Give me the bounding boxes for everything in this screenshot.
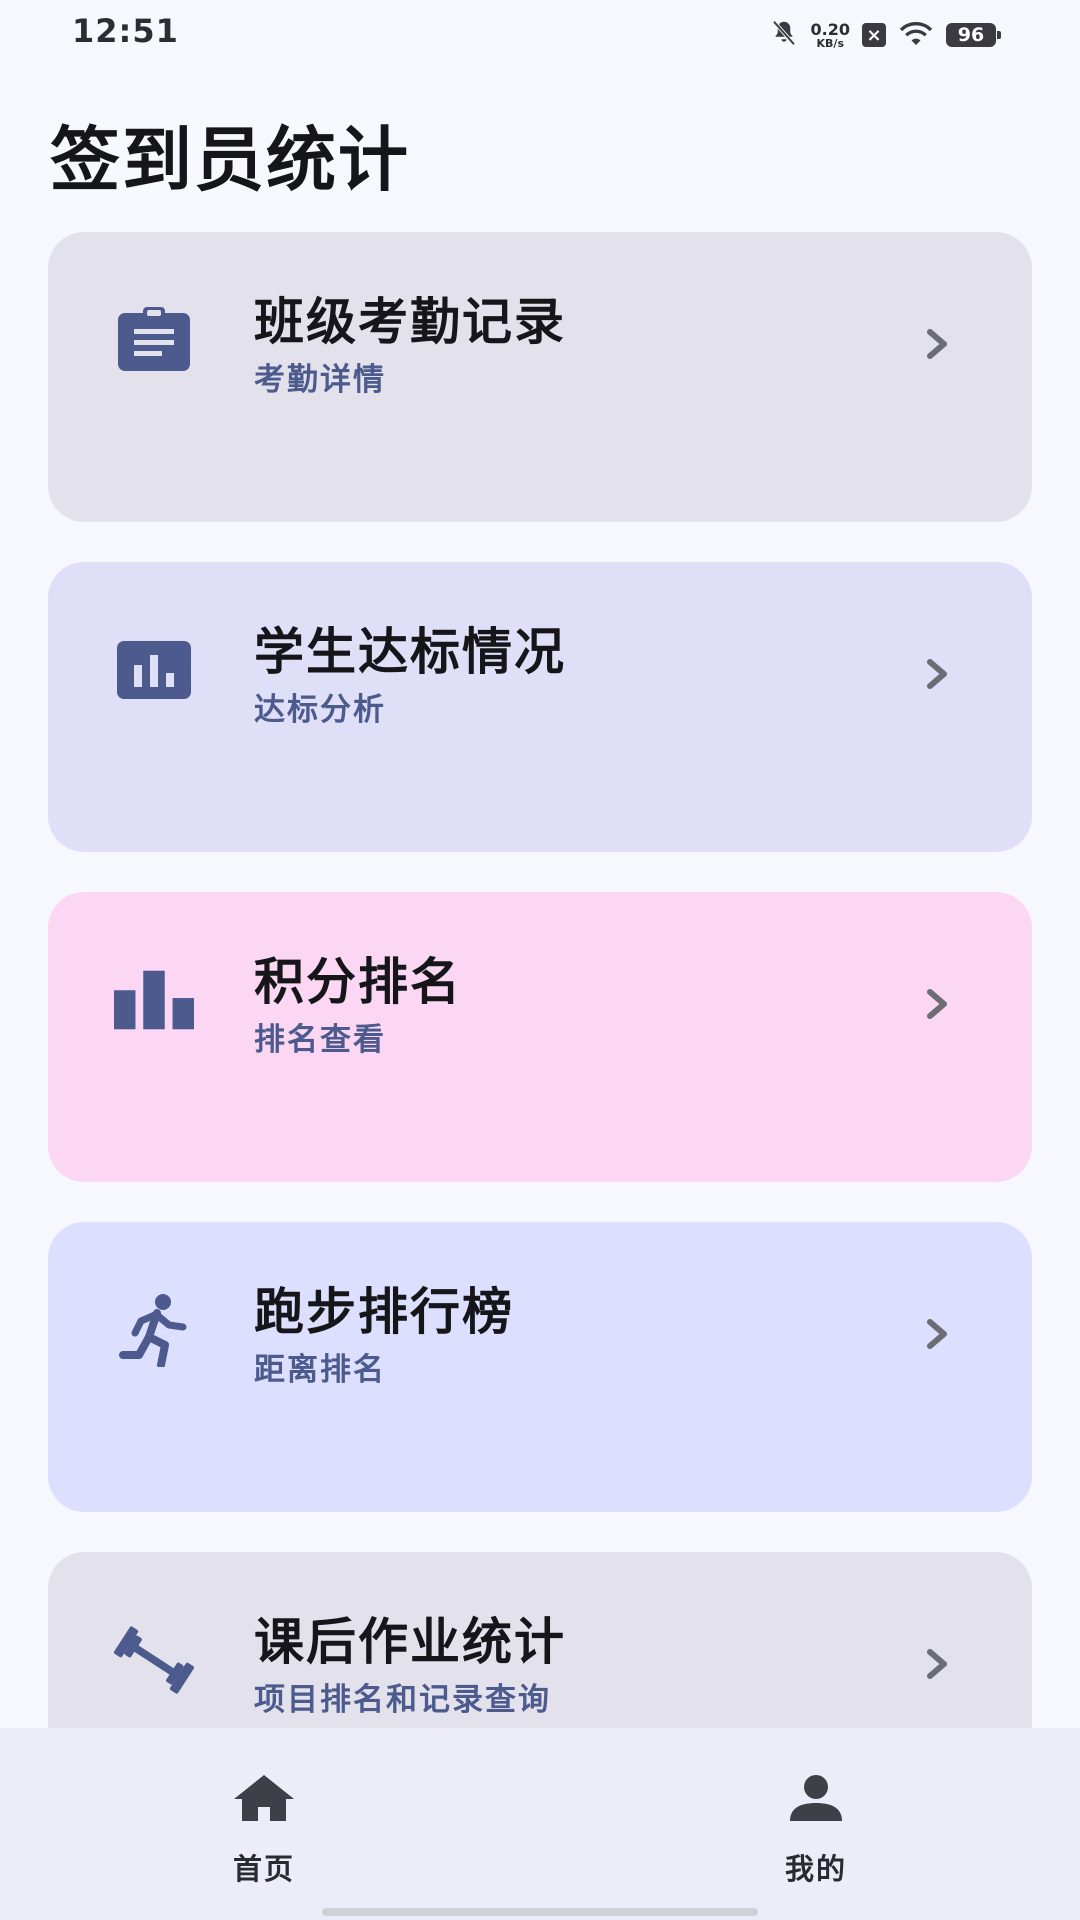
card-title: 学生达标情况 xyxy=(254,623,566,681)
chevron-right-icon xyxy=(922,984,952,1024)
home-icon xyxy=(232,1770,296,1826)
card-subtitle: 考勤详情 xyxy=(254,362,386,398)
net-speed-value: 0.20 xyxy=(810,19,850,39)
bottom-nav: 首页 我的 xyxy=(0,1728,1080,1920)
nav-item-home[interactable]: 首页 xyxy=(164,1770,364,1890)
card-title: 课后作业统计 xyxy=(254,1613,566,1671)
net-speed: 0.20 KB/s xyxy=(810,19,850,50)
chevron-right-icon xyxy=(922,1314,952,1354)
screen: 12:51 0.20 KB/s × 96 签到员统计 班级考勤记录 考勤详情 学… xyxy=(0,0,1080,1920)
card-title: 班级考勤记录 xyxy=(254,293,566,351)
card-subtitle: 项目排名和记录查询 xyxy=(254,1682,551,1718)
clipboard-icon xyxy=(114,300,194,380)
nav-label-mine: 我的 xyxy=(784,1852,847,1886)
wifi-icon xyxy=(898,19,934,51)
chevron-right-icon xyxy=(922,324,952,364)
card-title: 积分排名 xyxy=(254,953,462,1011)
notification-x-icon: × xyxy=(862,23,886,47)
card-points-ranking[interactable]: 积分排名 排名查看 xyxy=(48,892,1032,1182)
chevron-right-icon xyxy=(922,654,952,694)
card-subtitle: 排名查看 xyxy=(254,1022,386,1058)
card-attendance-records[interactable]: 班级考勤记录 考勤详情 xyxy=(48,232,1032,522)
dumbbell-icon xyxy=(114,1620,194,1700)
card-student-standards[interactable]: 学生达标情况 达标分析 xyxy=(48,562,1032,852)
bar-chart-icon xyxy=(114,960,194,1040)
home-indicator[interactable] xyxy=(322,1908,758,1916)
status-time: 12:51 xyxy=(72,12,179,50)
card-subtitle: 达标分析 xyxy=(254,692,386,728)
status-icons: 0.20 KB/s × 96 xyxy=(769,18,1001,52)
mute-bell-icon xyxy=(769,18,799,52)
chevron-right-icon xyxy=(922,1644,952,1684)
runner-icon xyxy=(114,1290,194,1370)
card-title: 跑步排行榜 xyxy=(254,1283,514,1341)
nav-label-home: 首页 xyxy=(232,1852,295,1886)
person-icon xyxy=(784,1770,848,1826)
page-title: 签到员统计 xyxy=(50,119,410,201)
bar-chart-box-icon xyxy=(114,630,194,710)
card-running-leaderboard[interactable]: 跑步排行榜 距离排名 xyxy=(48,1222,1032,1512)
net-speed-unit: KB/s xyxy=(816,36,844,50)
card-subtitle: 距离排名 xyxy=(254,1352,386,1388)
status-bar: 12:51 0.20 KB/s × 96 xyxy=(0,0,1080,66)
nav-item-mine[interactable]: 我的 xyxy=(716,1770,916,1890)
battery-icon: 96 xyxy=(946,23,1001,47)
